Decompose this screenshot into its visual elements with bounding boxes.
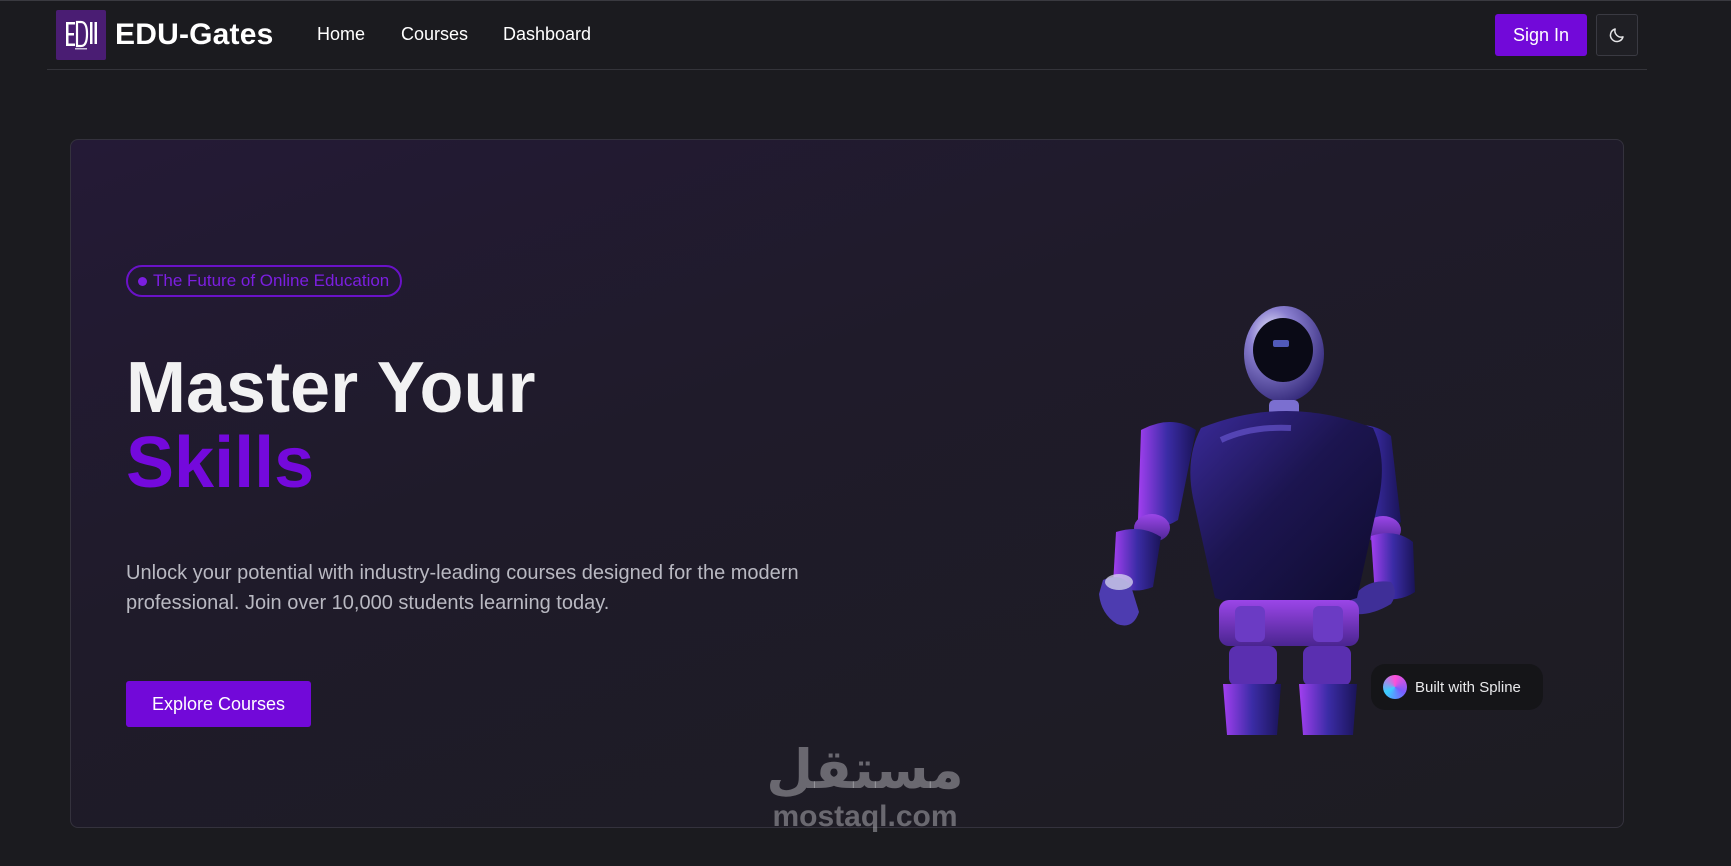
built-with-spline-badge[interactable]: Built with Spline	[1371, 664, 1543, 710]
hero-badge: The Future of Online Education	[126, 265, 403, 297]
watermark-arabic: مستقل	[766, 738, 964, 801]
hero-badge-text: The Future of Online Education	[153, 271, 390, 290]
sign-in-button[interactable]: Sign In	[1495, 14, 1587, 56]
nav-link-courses[interactable]: Courses	[401, 24, 468, 45]
nav-link-home[interactable]: Home	[317, 24, 365, 45]
edu-logo-icon[interactable]	[56, 10, 106, 60]
badge-dot-icon	[138, 276, 147, 286]
hero-title-line-1: Master Your	[126, 348, 536, 428]
nav-link-dashboard[interactable]: Dashboard	[503, 24, 591, 45]
theme-toggle-button[interactable]	[1596, 14, 1638, 56]
brand-name[interactable]: EDU-Gates	[115, 18, 274, 52]
watermark: مستقل mostaql.com	[760, 740, 970, 834]
spline-logo-icon	[1383, 675, 1407, 699]
navbar: EDU-Gates Home Courses Dashboard Sign In	[47, 0, 1647, 70]
hero-title-line-2: Skills	[126, 423, 315, 503]
watermark-latin: mostaql.com	[772, 800, 958, 833]
moon-icon	[1609, 28, 1624, 43]
explore-courses-button[interactable]: Explore Courses	[126, 681, 311, 727]
hero-description: Unlock your potential with industry-lead…	[126, 562, 799, 614]
hero-section: The Future of Online Education Master Yo…	[70, 139, 1624, 828]
spline-badge-text: Built with Spline	[1415, 678, 1521, 696]
